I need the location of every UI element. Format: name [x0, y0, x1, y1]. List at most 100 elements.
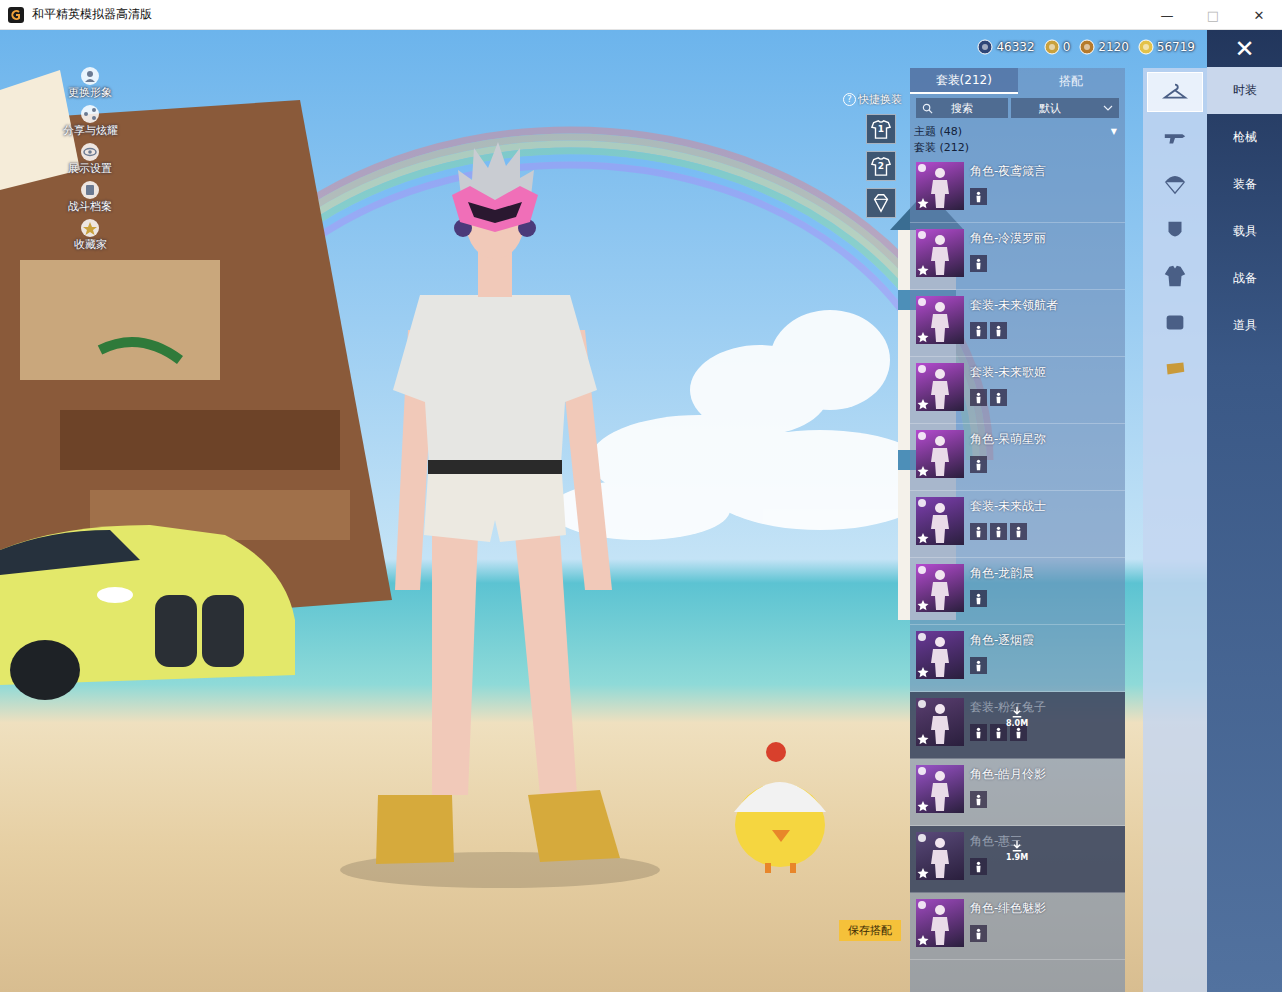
outfit-name: 角色-呆萌星弥	[970, 431, 1046, 448]
quick-change-slot[interactable]	[866, 188, 896, 218]
lobby-menu-item[interactable]: 更换形象	[58, 66, 122, 103]
slot-number: 2	[867, 161, 895, 171]
lobby-menu-item[interactable]: 展示设置	[58, 142, 122, 179]
outfit-part	[970, 523, 987, 540]
lobby-menu-label: 分享与炫耀	[63, 124, 118, 138]
clouds	[550, 310, 940, 540]
sort-value: 默认	[1039, 101, 1061, 116]
outfit-item[interactable]: 套装-未来战士	[910, 491, 1125, 558]
lobby-menu-item[interactable]: 收藏家	[58, 218, 122, 255]
outfit-figure-icon	[916, 296, 964, 344]
currency-amount: 56719	[1157, 40, 1195, 54]
category-tab[interactable]: 载具	[1207, 208, 1282, 255]
lobby-menu-item[interactable]: 战斗档案	[58, 180, 122, 217]
outfit-name: 角色-龙韵晨	[970, 565, 1034, 582]
category-icon-tab[interactable]	[1147, 256, 1203, 296]
lobby-menu-item[interactable]: 分享与炫耀	[58, 104, 122, 141]
outfit-name: 套装-粉红兔子	[970, 699, 1046, 716]
outfit-figure-icon	[916, 899, 964, 947]
panel-tabs: 套装(212)搭配	[910, 68, 1125, 94]
outfit-item[interactable]: 角色-皓月伶影	[910, 759, 1125, 826]
outfit-thumbnail	[916, 899, 964, 947]
outfit-name: 角色-惠三	[970, 833, 1022, 850]
save-outfit-button[interactable]: 保存搭配	[839, 920, 901, 941]
outfit-name: 角色-冷漠罗丽	[970, 230, 1046, 247]
outfit-item[interactable]: 角色-惠三1.9M	[910, 826, 1125, 893]
close-button[interactable]: ✕	[1236, 0, 1282, 30]
outfit-item[interactable]: 角色-绯色魅影	[910, 893, 1125, 960]
download-size: 8.0M	[1006, 719, 1028, 728]
outfit-part	[970, 858, 987, 875]
outfit-name: 角色-皓月伶影	[970, 766, 1046, 783]
figure-icon	[972, 726, 985, 739]
coin-icon	[1044, 39, 1060, 55]
figure-icon	[972, 592, 985, 605]
panel-tab[interactable]: 套装(212)	[910, 68, 1018, 94]
outfit-part	[970, 255, 987, 272]
outfit-part	[970, 188, 987, 205]
coin-icon	[1138, 39, 1154, 55]
figure-icon	[972, 190, 985, 203]
figure-icon	[972, 860, 985, 873]
category-icon-tab[interactable]	[1147, 302, 1203, 342]
outfit-item[interactable]: 套装-粉红兔子 8.0M	[910, 692, 1125, 759]
lobby-menu: 更换形象分享与炫耀展示设置战斗档案收藏家	[58, 66, 122, 255]
category-tab[interactable]: 枪械	[1207, 114, 1282, 161]
expand-arrow: ▼	[1111, 124, 1117, 140]
outfit-thumbnail	[916, 832, 964, 880]
outfit-item[interactable]: 角色-夜鸢箴言	[910, 156, 1125, 223]
chick-pet	[734, 742, 826, 873]
outfit-thumbnail	[916, 363, 964, 411]
search-placeholder: 搜索	[951, 101, 973, 116]
category-icon-tab[interactable]	[1147, 118, 1203, 158]
outfit-name: 角色-逐烟霞	[970, 632, 1034, 649]
maximize-button[interactable]: □	[1190, 0, 1236, 30]
outfit-item[interactable]: 套装-未来领航者	[910, 290, 1125, 357]
outfit-thumbnail	[916, 698, 964, 746]
outfit-item[interactable]: 角色-逐烟霞	[910, 625, 1125, 692]
category-tab[interactable]: 战备	[1207, 255, 1282, 302]
outfit-item[interactable]: 角色-龙韵晨	[910, 558, 1125, 625]
outfit-thumbnail	[916, 497, 964, 545]
gun-icon	[1162, 125, 1188, 151]
parachute-icon	[1162, 171, 1188, 197]
outfit-item[interactable]: 角色-冷漠罗丽	[910, 223, 1125, 290]
search-field[interactable]: 搜索	[916, 98, 1008, 118]
outfit-item[interactable]: 套装-未来歌姬	[910, 357, 1125, 424]
category-icon-tab[interactable]	[1147, 72, 1203, 112]
panel-tab[interactable]: 搭配	[1018, 68, 1126, 94]
outfit-part	[990, 389, 1007, 406]
quick-change-slot[interactable]: 1	[866, 114, 896, 144]
category-tab[interactable]: 装备	[1207, 161, 1282, 208]
figure-icon	[972, 927, 985, 940]
title-bar: 和平精英模拟器高清版—□✕	[0, 0, 1282, 30]
figure-icon	[992, 391, 1005, 404]
archive-icon	[80, 180, 100, 200]
quick-change-slot[interactable]: 2	[866, 151, 896, 181]
download-badge[interactable]: 8.0M	[1006, 706, 1028, 728]
outfit-part	[970, 322, 987, 339]
lobby-stage: 更换形象分享与炫耀展示设置战斗档案收藏家?快捷换装12套装(212)搭配搜索默认…	[0, 30, 1143, 992]
emulator-window: 和平精英模拟器高清版—□✕更换形象分享与炫耀展示设置战斗档案收藏家?快捷换装12…	[0, 0, 1282, 992]
help-icon[interactable]: ?	[843, 93, 856, 106]
hanger-icon	[1162, 79, 1188, 105]
download-icon	[1011, 840, 1023, 852]
category-icon-tab[interactable]	[1147, 348, 1203, 388]
group-header[interactable]: 套装 (212)	[914, 140, 1121, 156]
group-header[interactable]: 主题 (48)▼	[914, 124, 1121, 140]
app-logo-icon	[8, 7, 24, 23]
close-button[interactable]: ✕	[1207, 30, 1282, 67]
category-sidebar: ✕时装枪械装备载具战备道具	[1207, 30, 1282, 992]
figure-icon	[972, 525, 985, 538]
currency-amount: 46332	[996, 40, 1034, 54]
outfit-part	[970, 724, 987, 741]
category-tab[interactable]: 时装	[1207, 67, 1282, 114]
outfit-item[interactable]: 角色-呆萌星弥	[910, 424, 1125, 491]
category-tab[interactable]: 道具	[1207, 302, 1282, 349]
minimize-button[interactable]: —	[1144, 0, 1190, 30]
download-badge[interactable]: 1.9M	[1006, 840, 1028, 862]
category-icon-tab[interactable]	[1147, 164, 1203, 204]
category-icon-tab[interactable]	[1147, 210, 1203, 250]
sort-dropdown[interactable]: 默认	[1011, 98, 1119, 118]
outfit-list: 角色-夜鸢箴言角色-冷漠罗丽套装-未来领航者套装-未来歌姬角色-呆萌星弥套装-未…	[910, 156, 1125, 960]
